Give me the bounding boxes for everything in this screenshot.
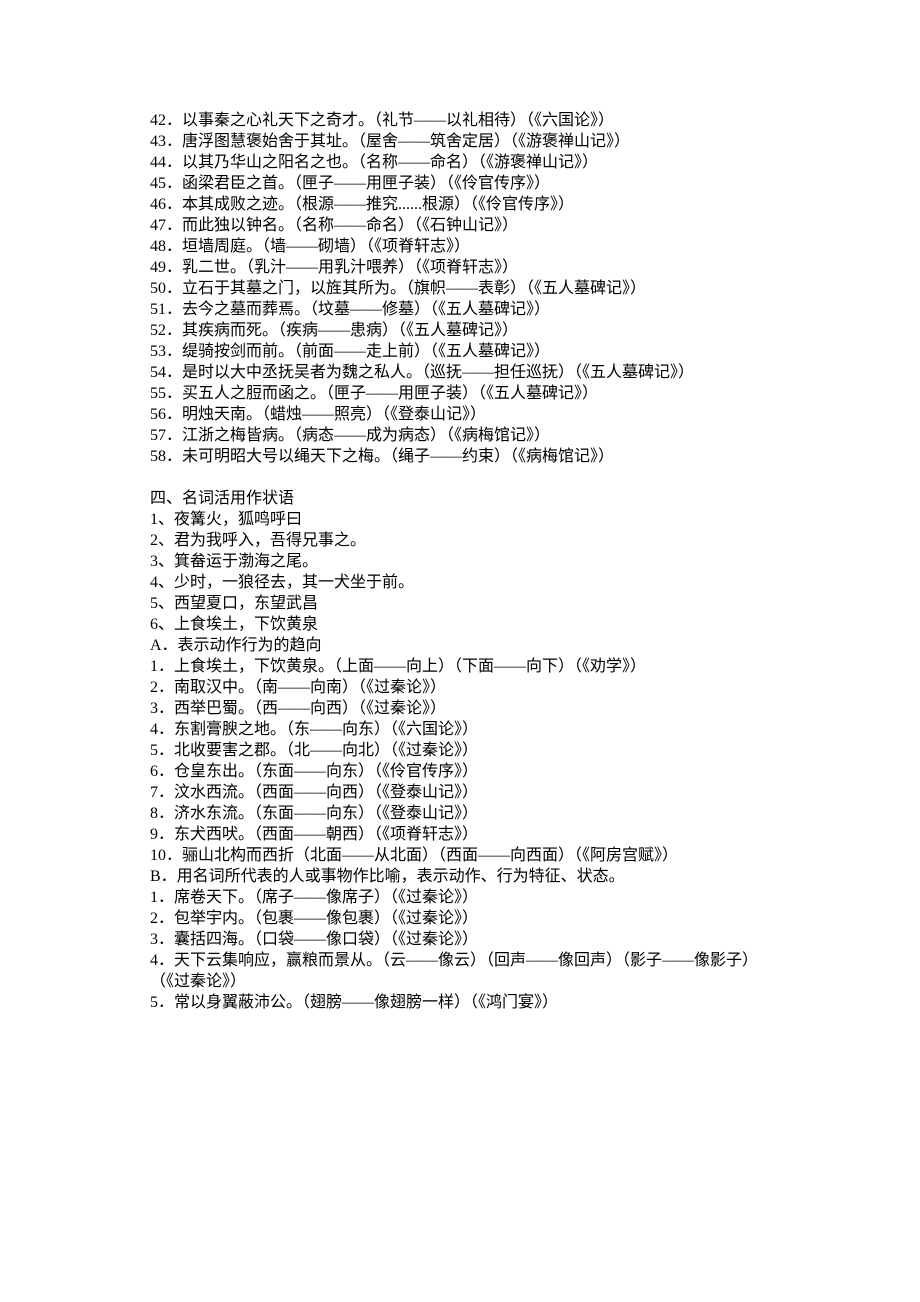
list-item: 43．唐浮图慧褒始舍于其址。（屋舍——筑舍定居）（《游褒禅山记》） <box>150 131 770 152</box>
example-item: 6、上食埃土，下饮黄泉 <box>150 614 770 635</box>
example-item: 1、夜篝火，狐鸣呼曰 <box>150 509 770 530</box>
list-item: 54．是时以大中丞抚吴者为魏之私人。（巡抚——担任巡抚）（《五人墓碑记》） <box>150 362 770 383</box>
list-item: 7．汶水西流。（西面——向西）（《登泰山记》） <box>150 782 770 803</box>
list-item: 45．函梁君臣之首。（匣子——用匣子装）（《伶官传序》） <box>150 173 770 194</box>
section-title: 四、名词活用作状语 <box>150 488 770 509</box>
section-4: 四、名词活用作状语 1、夜篝火，狐鸣呼曰 2、君为我呼入，吾得兄事之。 3、箕畚… <box>150 488 770 635</box>
list-item: 53．缇骑按剑而前。（前面——走上前）（《五人墓碑记》） <box>150 341 770 362</box>
list-item: 44．以其乃华山之阳名之也。（名称——命名）（《游褒禅山记》） <box>150 152 770 173</box>
list-item: 5．常以身翼蔽沛公。（翅膀——像翅膀一样）（《鸿门宴》） <box>150 992 770 1013</box>
list-item: 6．仓皇东出。（东面——向东）（《伶官传序》） <box>150 761 770 782</box>
list-item: 57．江浙之梅皆病。（病态——成为病态）（《病梅馆记》） <box>150 425 770 446</box>
example-item: 5、西望夏口，东望武昌 <box>150 593 770 614</box>
list-item: 52．其疾病而死。（疾病——患病）（《五人墓碑记》） <box>150 320 770 341</box>
list-item: （《过秦论》） <box>150 971 770 992</box>
list-item: 5．北收要害之郡。（北——向北）（《过秦论》） <box>150 740 770 761</box>
list-item: 1．席卷天下。（席子——像席子）（《过秦论》） <box>150 887 770 908</box>
list-item: 3．西举巴蜀。（西——向西）（《过秦论》） <box>150 698 770 719</box>
list-item: 2．包举宇内。（包裹——像包裹）（《过秦论》） <box>150 908 770 929</box>
list-item: 48．垣墙周庭。（墙——砌墙）（《项脊轩志》） <box>150 236 770 257</box>
list-item: 10．骊山北构而西折（北面——从北面）（西面——向西面）（《阿房宫赋》） <box>150 845 770 866</box>
group-a-header: A．表示动作行为的趋向 <box>150 635 770 656</box>
document-page: 42．以事秦之心礼天下之奇才。（礼节——以礼相待）（《六国论》） 43．唐浮图慧… <box>0 0 920 1302</box>
list-item: 58．未可明昭大号以绳天下之梅。（绳子——约束）（《病梅馆记》） <box>150 446 770 467</box>
block-noun-as-verb-continued: 42．以事秦之心礼天下之奇才。（礼节——以礼相待）（《六国论》） 43．唐浮图慧… <box>150 110 770 467</box>
group-a: A．表示动作行为的趋向 1．上食埃土，下饮黄泉。（上面——向上）（下面——向下）… <box>150 635 770 866</box>
list-item: 50．立石于其墓之门，以旌其所为。（旗帜——表彰）（《五人墓碑记》） <box>150 278 770 299</box>
list-item: 42．以事秦之心礼天下之奇才。（礼节——以礼相待）（《六国论》） <box>150 110 770 131</box>
example-item: 4、少时，一狼径去，其一犬坐于前。 <box>150 572 770 593</box>
blank-line <box>150 467 770 488</box>
group-b: B．用名词所代表的人或事物作比喻，表示动作、行为特征、状态。 1．席卷天下。（席… <box>150 866 770 1013</box>
list-item: 4．天下云集响应，赢粮而景从。（云——像云）（回声——像回声）（影子——像影子） <box>150 950 770 971</box>
list-item: 8．济水东流。（东面——向东）（《登泰山记》） <box>150 803 770 824</box>
list-item: 3．囊括四海。（口袋——像口袋）（《过秦论》） <box>150 929 770 950</box>
list-item: 56．明烛天南。（蜡烛——照亮）（《登泰山记》） <box>150 404 770 425</box>
list-item: 4．东割膏腴之地。（东——向东）（《六国论》） <box>150 719 770 740</box>
list-item: 49．乳二世。（乳汁——用乳汁喂养）（《项脊轩志》） <box>150 257 770 278</box>
list-item: 46．本其成败之迹。（根源——推究......根源）（《伶官传序》） <box>150 194 770 215</box>
list-item: 1．上食埃土，下饮黄泉。（上面——向上）（下面——向下）（《劝学》） <box>150 656 770 677</box>
example-item: 2、君为我呼入，吾得兄事之。 <box>150 530 770 551</box>
list-item: 9．东犬西吠。（西面——朝西）（《项脊轩志》） <box>150 824 770 845</box>
list-item: 47．而此独以钟名。（名称——命名）（《石钟山记》） <box>150 215 770 236</box>
group-b-header: B．用名词所代表的人或事物作比喻，表示动作、行为特征、状态。 <box>150 866 770 887</box>
list-item: 55．买五人之脰而函之。（匣子——用匣子装）（《五人墓碑记》） <box>150 383 770 404</box>
list-item: 2．南取汉中。（南——向南）（《过秦论》） <box>150 677 770 698</box>
example-item: 3、箕畚运于渤海之尾。 <box>150 551 770 572</box>
list-item: 51．去今之墓而葬焉。（坟墓——修墓）（《五人墓碑记》） <box>150 299 770 320</box>
